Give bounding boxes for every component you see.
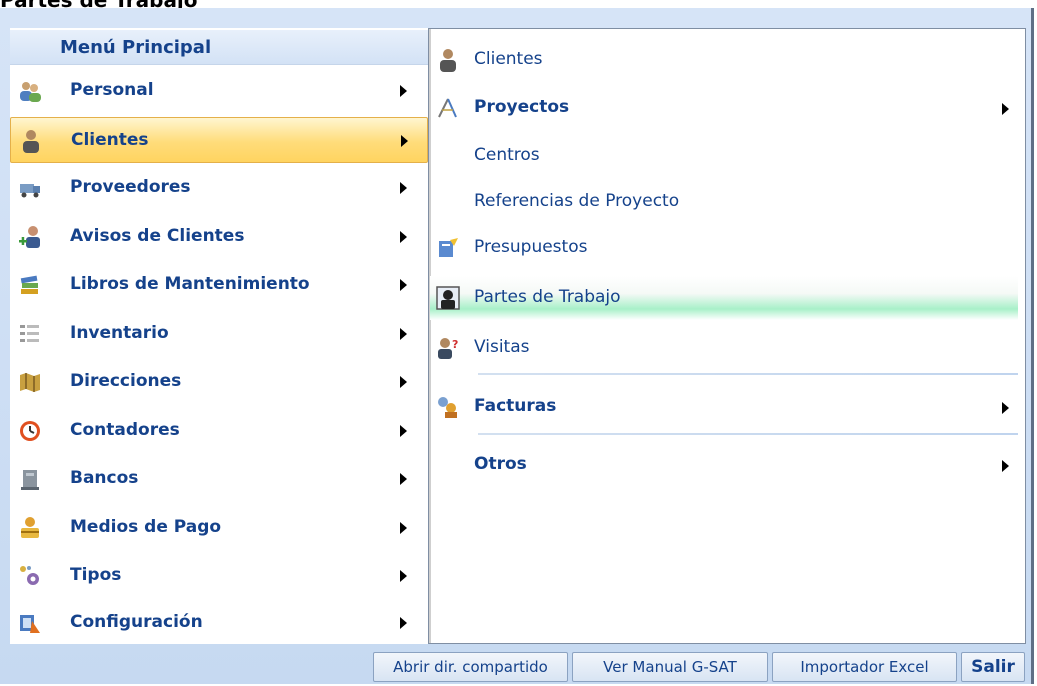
truck-icon <box>20 184 40 198</box>
submenu-item-label: Referencias de Proyecto <box>474 191 680 211</box>
compass-icon <box>438 98 457 118</box>
submenu-arrow-icon <box>400 473 407 485</box>
submenu-item-label: Clientes <box>474 49 543 69</box>
menu-item-label: Proveedores <box>70 177 191 197</box>
menu-item-label: Clientes <box>71 130 149 150</box>
menu-item-label: Tipos <box>70 565 122 585</box>
budget-icon <box>439 238 458 257</box>
people-icon <box>20 82 41 102</box>
menu-item-label: Libros de Mantenimiento <box>70 274 310 294</box>
books-icon <box>20 275 38 294</box>
submenu-item-label: Centros <box>474 145 540 165</box>
submenu-arrow-icon <box>400 376 407 388</box>
menu-item-direcciones[interactable]: Direcciones <box>10 359 428 405</box>
window-title-fragment: Partes de Trabajo <box>0 0 1037 8</box>
exit-button[interactable]: Salir <box>961 652 1025 682</box>
submenu-item-facturas[interactable]: Facturas <box>430 385 1018 429</box>
submenu-item-label: Facturas <box>474 396 557 416</box>
submenu-item-label: Visitas <box>474 337 530 357</box>
client-icon <box>440 49 456 72</box>
submenu-item-referencias[interactable]: Referencias de Proyecto <box>430 180 1018 224</box>
submenu-item-centros[interactable]: Centros <box>430 134 1018 178</box>
menu-item-contadores[interactable]: Contadores <box>10 408 428 454</box>
submenu-arrow-icon <box>1002 402 1009 414</box>
menu-item-label: Inventario <box>70 323 169 343</box>
submenu-arrow-icon <box>400 425 407 437</box>
config-icon <box>20 615 40 633</box>
invoice-icon <box>438 397 457 418</box>
submenu-arrow-icon <box>1002 460 1009 472</box>
submenu-arrow-icon <box>400 328 407 340</box>
submenu-item-presupuestos[interactable]: Presupuestos <box>430 226 1018 270</box>
submenu-arrow-icon <box>400 522 407 534</box>
menu-item-configuracion[interactable]: Configuración <box>10 600 428 646</box>
menu-item-tipos[interactable]: Tipos <box>10 553 428 599</box>
types-icon <box>20 566 39 585</box>
submenu-item-visitas[interactable]: ? Visitas <box>430 326 1018 370</box>
visit-icon: ? <box>438 338 458 359</box>
menu-item-label: Configuración <box>70 612 203 632</box>
svg-text:?: ? <box>452 338 458 351</box>
submenu-item-label: Partes de Trabajo <box>474 287 621 307</box>
menu-item-label: Direcciones <box>70 371 182 391</box>
menu-item-label: Contadores <box>70 420 180 440</box>
submenu-item-label: Presupuestos <box>474 237 588 257</box>
submenu-arrow-icon <box>401 135 408 147</box>
submenu-arrow-icon <box>400 231 407 243</box>
menu-item-label: Medios de Pago <box>70 517 222 537</box>
menu-item-libros[interactable]: Libros de Mantenimiento <box>10 262 428 308</box>
submenu-arrow-icon <box>400 182 407 194</box>
submenu-separator <box>478 433 1018 435</box>
clock-icon <box>20 421 40 441</box>
menu-item-avisos[interactable]: Avisos de Clientes <box>10 214 428 260</box>
main-menu-header: Menú Principal <box>10 30 428 65</box>
worker-icon <box>436 286 460 310</box>
submenu-item-otros[interactable]: Otros <box>430 443 1018 487</box>
submenu-item-proyectos[interactable]: Proyectos <box>430 86 1018 130</box>
submenu-item-label: Otros <box>474 454 527 474</box>
client-icon <box>23 130 39 153</box>
payment-icon <box>21 517 39 538</box>
add-person-icon <box>19 226 40 248</box>
submenu-separator <box>478 373 1018 375</box>
submenu-item-clientes[interactable]: Clientes <box>430 38 1018 82</box>
submenu-arrow-icon <box>400 570 407 582</box>
menu-item-label: Bancos <box>70 468 139 488</box>
menu-item-medios-pago[interactable]: Medios de Pago <box>10 505 428 551</box>
bank-icon <box>21 470 39 490</box>
open-shared-dir-button[interactable]: Abrir dir. compartido <box>373 652 568 682</box>
main-menu-title: Menú Principal <box>60 37 212 58</box>
menu-item-proveedores[interactable]: Proveedores <box>10 165 428 211</box>
view-manual-button[interactable]: Ver Manual G-SAT <box>572 652 768 682</box>
map-icon <box>20 373 40 392</box>
list-icon <box>20 325 39 342</box>
submenu-item-label: Proyectos <box>474 97 570 117</box>
menu-item-bancos[interactable]: Bancos <box>10 456 428 502</box>
submenu-arrow-icon <box>1002 103 1009 115</box>
submenu-arrow-icon <box>400 85 407 97</box>
excel-importer-button[interactable]: Importador Excel <box>772 652 957 682</box>
menu-item-personal[interactable]: Personal <box>10 68 428 114</box>
menu-item-label: Avisos de Clientes <box>70 226 245 246</box>
menu-item-clientes[interactable]: Clientes <box>10 117 428 163</box>
submenu-arrow-icon <box>400 279 407 291</box>
menu-item-label: Personal <box>70 80 154 100</box>
submenu-arrow-icon <box>400 617 407 629</box>
menu-item-inventario[interactable]: Inventario <box>10 311 428 357</box>
submenu-item-partes-trabajo[interactable]: Partes de Trabajo <box>430 276 1018 320</box>
